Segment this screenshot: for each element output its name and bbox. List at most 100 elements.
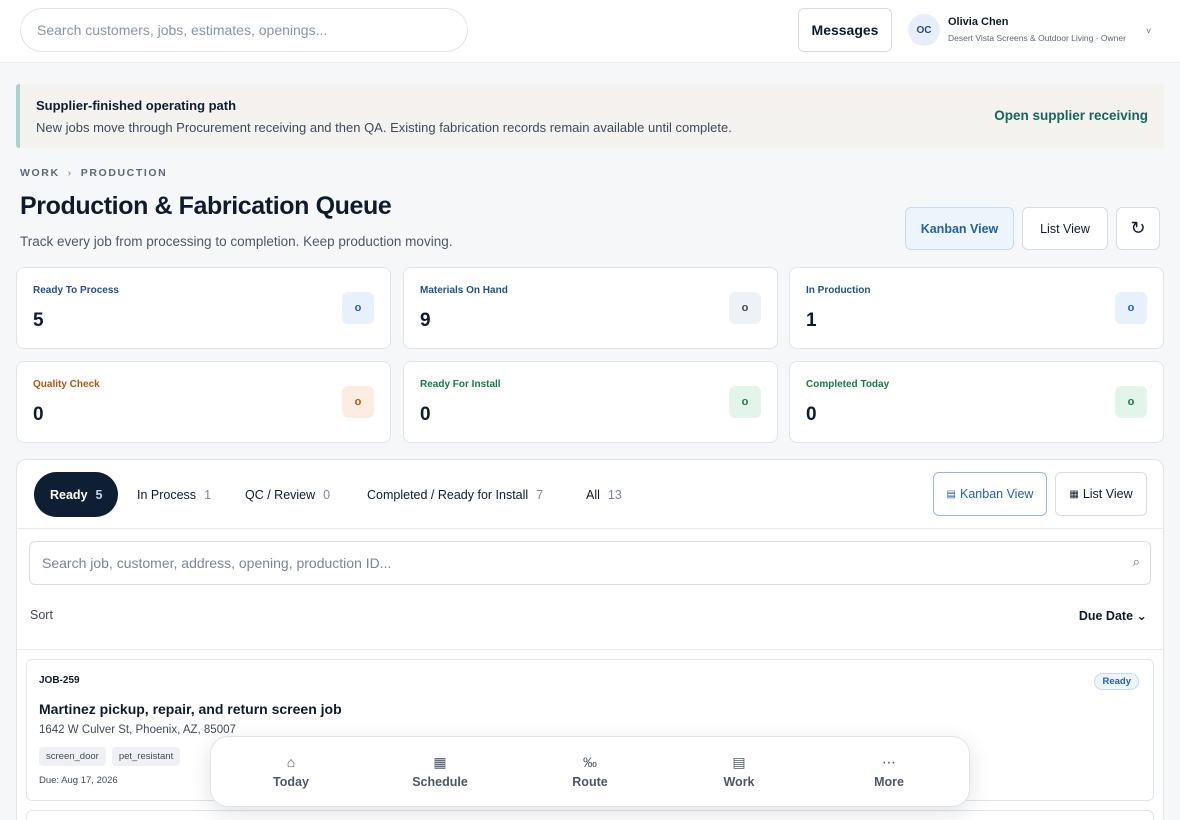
tab-count: 13 xyxy=(607,487,622,502)
user-organization: Desert Vista Screens & Outdoor Living · … xyxy=(948,33,1126,43)
stat-value: 5 xyxy=(33,310,44,331)
tab-count: 1 xyxy=(204,487,212,502)
avatar: OC xyxy=(908,14,940,46)
stat-label: Ready For Install xyxy=(420,379,501,390)
job-id: JOB-259 xyxy=(39,675,80,686)
refresh-icon: ↻ xyxy=(1130,218,1146,238)
stat-value: 1 xyxy=(806,310,817,331)
tab-in-process[interactable]: In Process 1 xyxy=(137,472,211,517)
list-icon: ▦ xyxy=(1069,488,1079,500)
page-subtitle: Track every job from processing to compl… xyxy=(20,234,453,249)
stat-card-materials-on-hand[interactable]: Materials On Hand 9 o xyxy=(403,267,778,349)
status-circle-icon: o xyxy=(729,386,761,418)
sort-label: Sort xyxy=(30,608,53,622)
user-name: Olivia Chen xyxy=(948,16,1009,28)
kanban-view-button[interactable]: ▤ Kanban View xyxy=(933,472,1047,516)
job-card[interactable] xyxy=(26,810,1154,820)
user-menu[interactable]: OC Olivia Chen Desert Vista Screens & Ou… xyxy=(908,14,1168,48)
chevron-down-icon[interactable]: ˅ xyxy=(1146,26,1151,36)
more-icon: ⋯ xyxy=(882,754,896,770)
stat-value: 0 xyxy=(806,404,817,425)
nav-route[interactable]: ‰ Route xyxy=(530,737,650,808)
stat-label: Ready To Process xyxy=(33,285,119,296)
nav-work[interactable]: ▤ Work xyxy=(679,737,799,808)
bottom-navigation: ⌂ Today ▦ Schedule ‰ Route ▤ Work ⋯ More xyxy=(210,736,970,807)
tab-label: Completed / Ready for Install xyxy=(367,487,529,502)
route-icon: ‰ xyxy=(583,754,597,770)
status-circle-icon: o xyxy=(1115,386,1147,418)
banner-text: New jobs move through Procurement receiv… xyxy=(36,120,732,135)
tab-label: In Process xyxy=(137,487,197,502)
nav-label: Route xyxy=(572,775,608,789)
nav-more[interactable]: ⋯ More xyxy=(829,737,949,808)
stat-card-ready-to-process[interactable]: Ready To Process 5 o xyxy=(16,267,391,349)
stat-value: 9 xyxy=(420,310,431,331)
header-kanban-view-button[interactable]: Kanban View xyxy=(905,207,1014,250)
tab-count: 5 xyxy=(95,487,103,502)
queue-search-input[interactable] xyxy=(30,542,1120,584)
nav-label: Work xyxy=(723,775,755,789)
status-circle-icon: o xyxy=(342,386,374,418)
job-title[interactable]: Martinez pickup, repair, and return scre… xyxy=(39,701,342,717)
breadcrumb: WORK › PRODUCTION xyxy=(20,167,167,179)
tab-label: Ready xyxy=(50,487,88,502)
search-icon[interactable]: ⌕ xyxy=(1133,554,1140,570)
tab-label: QC / Review xyxy=(245,487,316,502)
tab-all[interactable]: All 13 xyxy=(586,472,622,517)
nav-schedule[interactable]: ▦ Schedule xyxy=(380,737,500,808)
divider xyxy=(17,649,1163,650)
stat-card-in-production[interactable]: In Production 1 o xyxy=(789,267,1164,349)
status-circle-icon: o xyxy=(342,292,374,324)
open-supplier-receiving-link[interactable]: Open supplier receiving xyxy=(994,108,1148,123)
kanban-icon: ▤ xyxy=(946,488,956,500)
tab-qc-review[interactable]: QC / Review 0 xyxy=(245,472,330,517)
queue-search: ⌕ xyxy=(29,541,1151,585)
kanban-view-label: Kanban View xyxy=(960,487,1034,501)
nav-today[interactable]: ⌂ Today xyxy=(231,737,351,808)
list-view-label: List View xyxy=(1082,487,1133,501)
sort-value: Due Date xyxy=(1078,609,1134,623)
stat-card-quality-check[interactable]: Quality Check 0 o xyxy=(16,361,391,443)
job-address: 1642 W Culver St, Phoenix, AZ, 85007 xyxy=(39,724,236,736)
status-badge: Ready xyxy=(1094,673,1139,690)
header-list-view-button[interactable]: List View xyxy=(1022,207,1108,250)
banner-title: Supplier-finished operating path xyxy=(36,98,237,113)
status-circle-icon: o xyxy=(1115,292,1147,324)
list-view-button[interactable]: ▦ List View xyxy=(1055,472,1147,516)
stat-label: Materials On Hand xyxy=(420,285,508,296)
refresh-button[interactable]: ↻ xyxy=(1116,207,1160,250)
job-tags: screen_door pet_resistant xyxy=(39,747,181,766)
top-bar: Messages OC Olivia Chen Desert Vista Scr… xyxy=(0,0,1180,63)
sort-dropdown[interactable]: Due Date ⌄ xyxy=(1079,608,1147,623)
breadcrumb-work[interactable]: WORK xyxy=(20,167,60,179)
breadcrumb-separator: › xyxy=(67,167,73,179)
global-search-input[interactable] xyxy=(20,8,468,52)
tab-ready[interactable]: Ready 5 xyxy=(34,472,119,517)
chevron-down-icon: ⌄ xyxy=(1136,609,1147,623)
tab-label: All xyxy=(586,487,600,502)
nav-label: More xyxy=(874,775,904,789)
tab-count: 0 xyxy=(323,487,331,502)
nav-label: Schedule xyxy=(412,775,468,789)
breadcrumb-production: PRODUCTION xyxy=(80,167,168,179)
tab-count: 7 xyxy=(536,487,544,502)
calendar-icon: ▦ xyxy=(433,754,447,770)
home-icon: ⌂ xyxy=(286,754,296,770)
clipboard-icon: ▤ xyxy=(732,754,746,770)
page-title: Production & Fabrication Queue xyxy=(20,192,392,220)
job-tag: screen_door xyxy=(39,747,106,766)
stat-card-completed-today[interactable]: Completed Today 0 o xyxy=(789,361,1164,443)
queue-tabs: Ready 5 In Process 1 QC / Review 0 Complete… xyxy=(17,460,1163,529)
stat-card-ready-for-install[interactable]: Ready For Install 0 o xyxy=(403,361,778,443)
tab-completed-ready-for-install[interactable]: Completed / Ready for Install 7 xyxy=(367,472,543,517)
stat-value: 0 xyxy=(33,404,44,425)
stat-label: Completed Today xyxy=(806,379,890,390)
job-due-date: Due: Aug 17, 2026 xyxy=(39,775,118,786)
supplier-banner: Supplier-finished operating path New job… xyxy=(16,84,1164,148)
stat-label: In Production xyxy=(806,285,871,296)
job-tag: pet_resistant xyxy=(111,747,181,766)
status-circle-icon: o xyxy=(729,292,761,324)
stat-label: Quality Check xyxy=(33,379,100,390)
stat-value: 0 xyxy=(420,404,431,425)
messages-button[interactable]: Messages xyxy=(798,8,892,52)
